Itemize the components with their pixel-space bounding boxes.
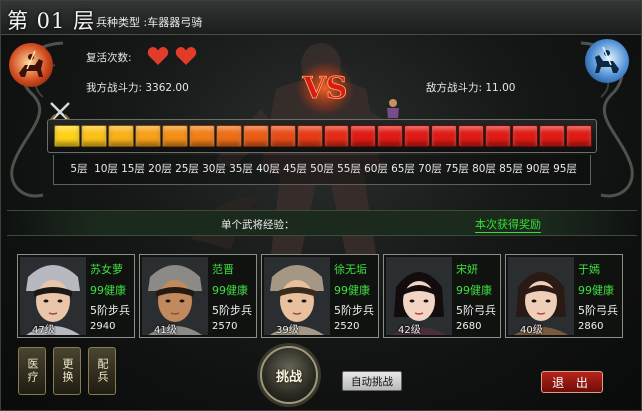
red-cavalry-icon	[9, 43, 53, 87]
floor-tick: 40层	[256, 163, 280, 175]
floor-progress-segment	[566, 125, 593, 147]
floor-title: 第 01 层	[7, 9, 96, 33]
hero-troop: 5阶步兵	[212, 304, 252, 317]
hero-power: 2570	[212, 321, 238, 332]
floor-progress-segment	[134, 125, 161, 147]
hero-name: 范晋	[212, 263, 234, 276]
hero-card[interactable]: 42级 宋妍 99健康 5阶弓兵 2680	[383, 254, 501, 338]
floor-tick: 65层	[391, 163, 415, 175]
challenge-label: 挑战	[275, 369, 302, 385]
floor-tick: 85层	[499, 163, 523, 175]
hero-health: 99健康	[334, 284, 370, 297]
revive-count-label: 复活次数:	[86, 52, 132, 64]
hero-troop: 5阶步兵	[90, 304, 130, 317]
experience-bar: 单个武将经验： 本次获得奖励	[7, 210, 637, 236]
hero-level: 40级	[520, 325, 543, 336]
hero-name: 徐无垢	[334, 263, 367, 276]
hero-card[interactable]: 41级 范晋 99健康 5阶步兵 2570	[139, 254, 257, 338]
floor-tick: 95层	[553, 163, 577, 175]
floor-tick: 50层	[310, 163, 334, 175]
floor-progress-segment	[485, 125, 512, 147]
hero-power: 2860	[578, 321, 604, 332]
floor-progress-segment	[269, 125, 296, 147]
hero-level: 41级	[154, 325, 177, 336]
floor-tick: 70层	[418, 163, 442, 175]
floor-progress-segment	[350, 125, 377, 147]
hero-name: 苏女萝	[90, 263, 123, 276]
tower-challenge-panel: 第 01 层 兵种类型 :车器器弓骑 复活次数: 我方战斗力: 3362.00 …	[0, 0, 642, 411]
floor-tick: 55层	[337, 163, 361, 175]
reward-link[interactable]: 本次获得奖励	[475, 216, 541, 233]
floor-progress-segment	[296, 125, 323, 147]
hero-troop: 5阶步兵	[334, 304, 374, 317]
floor-tick: 15层	[121, 163, 145, 175]
vs-text: VS	[302, 71, 348, 106]
hero-level: 39级	[276, 325, 299, 336]
floor-tick: 80层	[472, 163, 496, 175]
floor-tick-labels: 5层 10层 15层 20层 25层 30层 35层 40层 45层 50层 5…	[53, 155, 591, 185]
floor-progress-segment	[458, 125, 485, 147]
hero-level: 47级	[32, 325, 55, 336]
heart-icon	[175, 47, 197, 65]
floor-tick: 60层	[364, 163, 388, 175]
floor-tick: 30层	[202, 163, 226, 175]
floor-progress-segment	[107, 125, 134, 147]
swap-button[interactable]: 更换	[53, 347, 81, 395]
hero-card[interactable]: 47级 苏女萝 99健康 5阶步兵 2940	[17, 254, 135, 338]
floor-progress-segment	[80, 125, 107, 147]
hero-card[interactable]: 40级 于嫣 99健康 5阶弓兵 2860	[505, 254, 623, 338]
troop-type-label: 兵种类型 :车器器弓骑	[96, 16, 203, 29]
floor-tick: 90层	[526, 163, 550, 175]
hero-name: 于嫣	[578, 263, 600, 276]
hero-power: 2680	[456, 321, 482, 332]
floor-tick: 20层	[148, 163, 172, 175]
floor-tick: 75层	[445, 163, 469, 175]
floor-progress-segment	[512, 125, 539, 147]
my-combat-power: 我方战斗力: 3362.00	[86, 82, 189, 94]
enemy-combat-power: 敌方战斗力: 11.00	[426, 82, 516, 94]
assign-troops-button[interactable]: 配兵	[88, 347, 116, 395]
floor-progress-segment	[377, 125, 404, 147]
floor-progress-segment	[431, 125, 458, 147]
floor-progress-segment	[215, 125, 242, 147]
hero-power: 2940	[90, 321, 116, 332]
blue-cavalry-icon	[585, 39, 629, 83]
challenge-button[interactable]: 挑战	[260, 346, 318, 404]
hero-health: 99健康	[456, 284, 492, 297]
floor-tick: 10层	[94, 163, 118, 175]
experience-label: 单个武将经验：	[221, 219, 295, 231]
floor-progress-segment	[188, 125, 215, 147]
vs-badge: VS	[296, 61, 354, 115]
floor-progress-segment	[404, 125, 431, 147]
auto-challenge-button[interactable]: 自动挑战	[342, 371, 402, 391]
floor-progress-segment	[242, 125, 269, 147]
floor-progress-segment	[323, 125, 350, 147]
hero-name: 宋妍	[456, 263, 478, 276]
hero-level: 42级	[398, 325, 421, 336]
floor-progress-segment	[161, 125, 188, 147]
title-strip: 第 01 层 兵种类型 :车器器弓骑	[1, 1, 641, 35]
floor-progress-bar	[47, 119, 597, 153]
hero-troop: 5阶弓兵	[578, 304, 618, 317]
hero-troop: 5阶弓兵	[456, 304, 496, 317]
floor-tick: 45层	[283, 163, 307, 175]
hero-health: 99健康	[212, 284, 248, 297]
floor-progress-segment	[539, 125, 566, 147]
hero-health: 99健康	[90, 284, 126, 297]
exit-button[interactable]: 退 出	[541, 371, 603, 393]
hero-health: 99健康	[578, 284, 614, 297]
floor-progress-segment	[54, 125, 80, 147]
floor-tick: 5层	[70, 163, 88, 175]
heart-icon	[147, 47, 169, 65]
hero-card[interactable]: 39级 徐无垢 99健康 5阶步兵 2520	[261, 254, 379, 338]
floor-tick: 35层	[229, 163, 253, 175]
hero-power: 2520	[334, 321, 360, 332]
floor-progress-track	[54, 125, 593, 147]
heal-button[interactable]: 医疗	[18, 347, 46, 395]
floor-tick: 25层	[175, 163, 199, 175]
